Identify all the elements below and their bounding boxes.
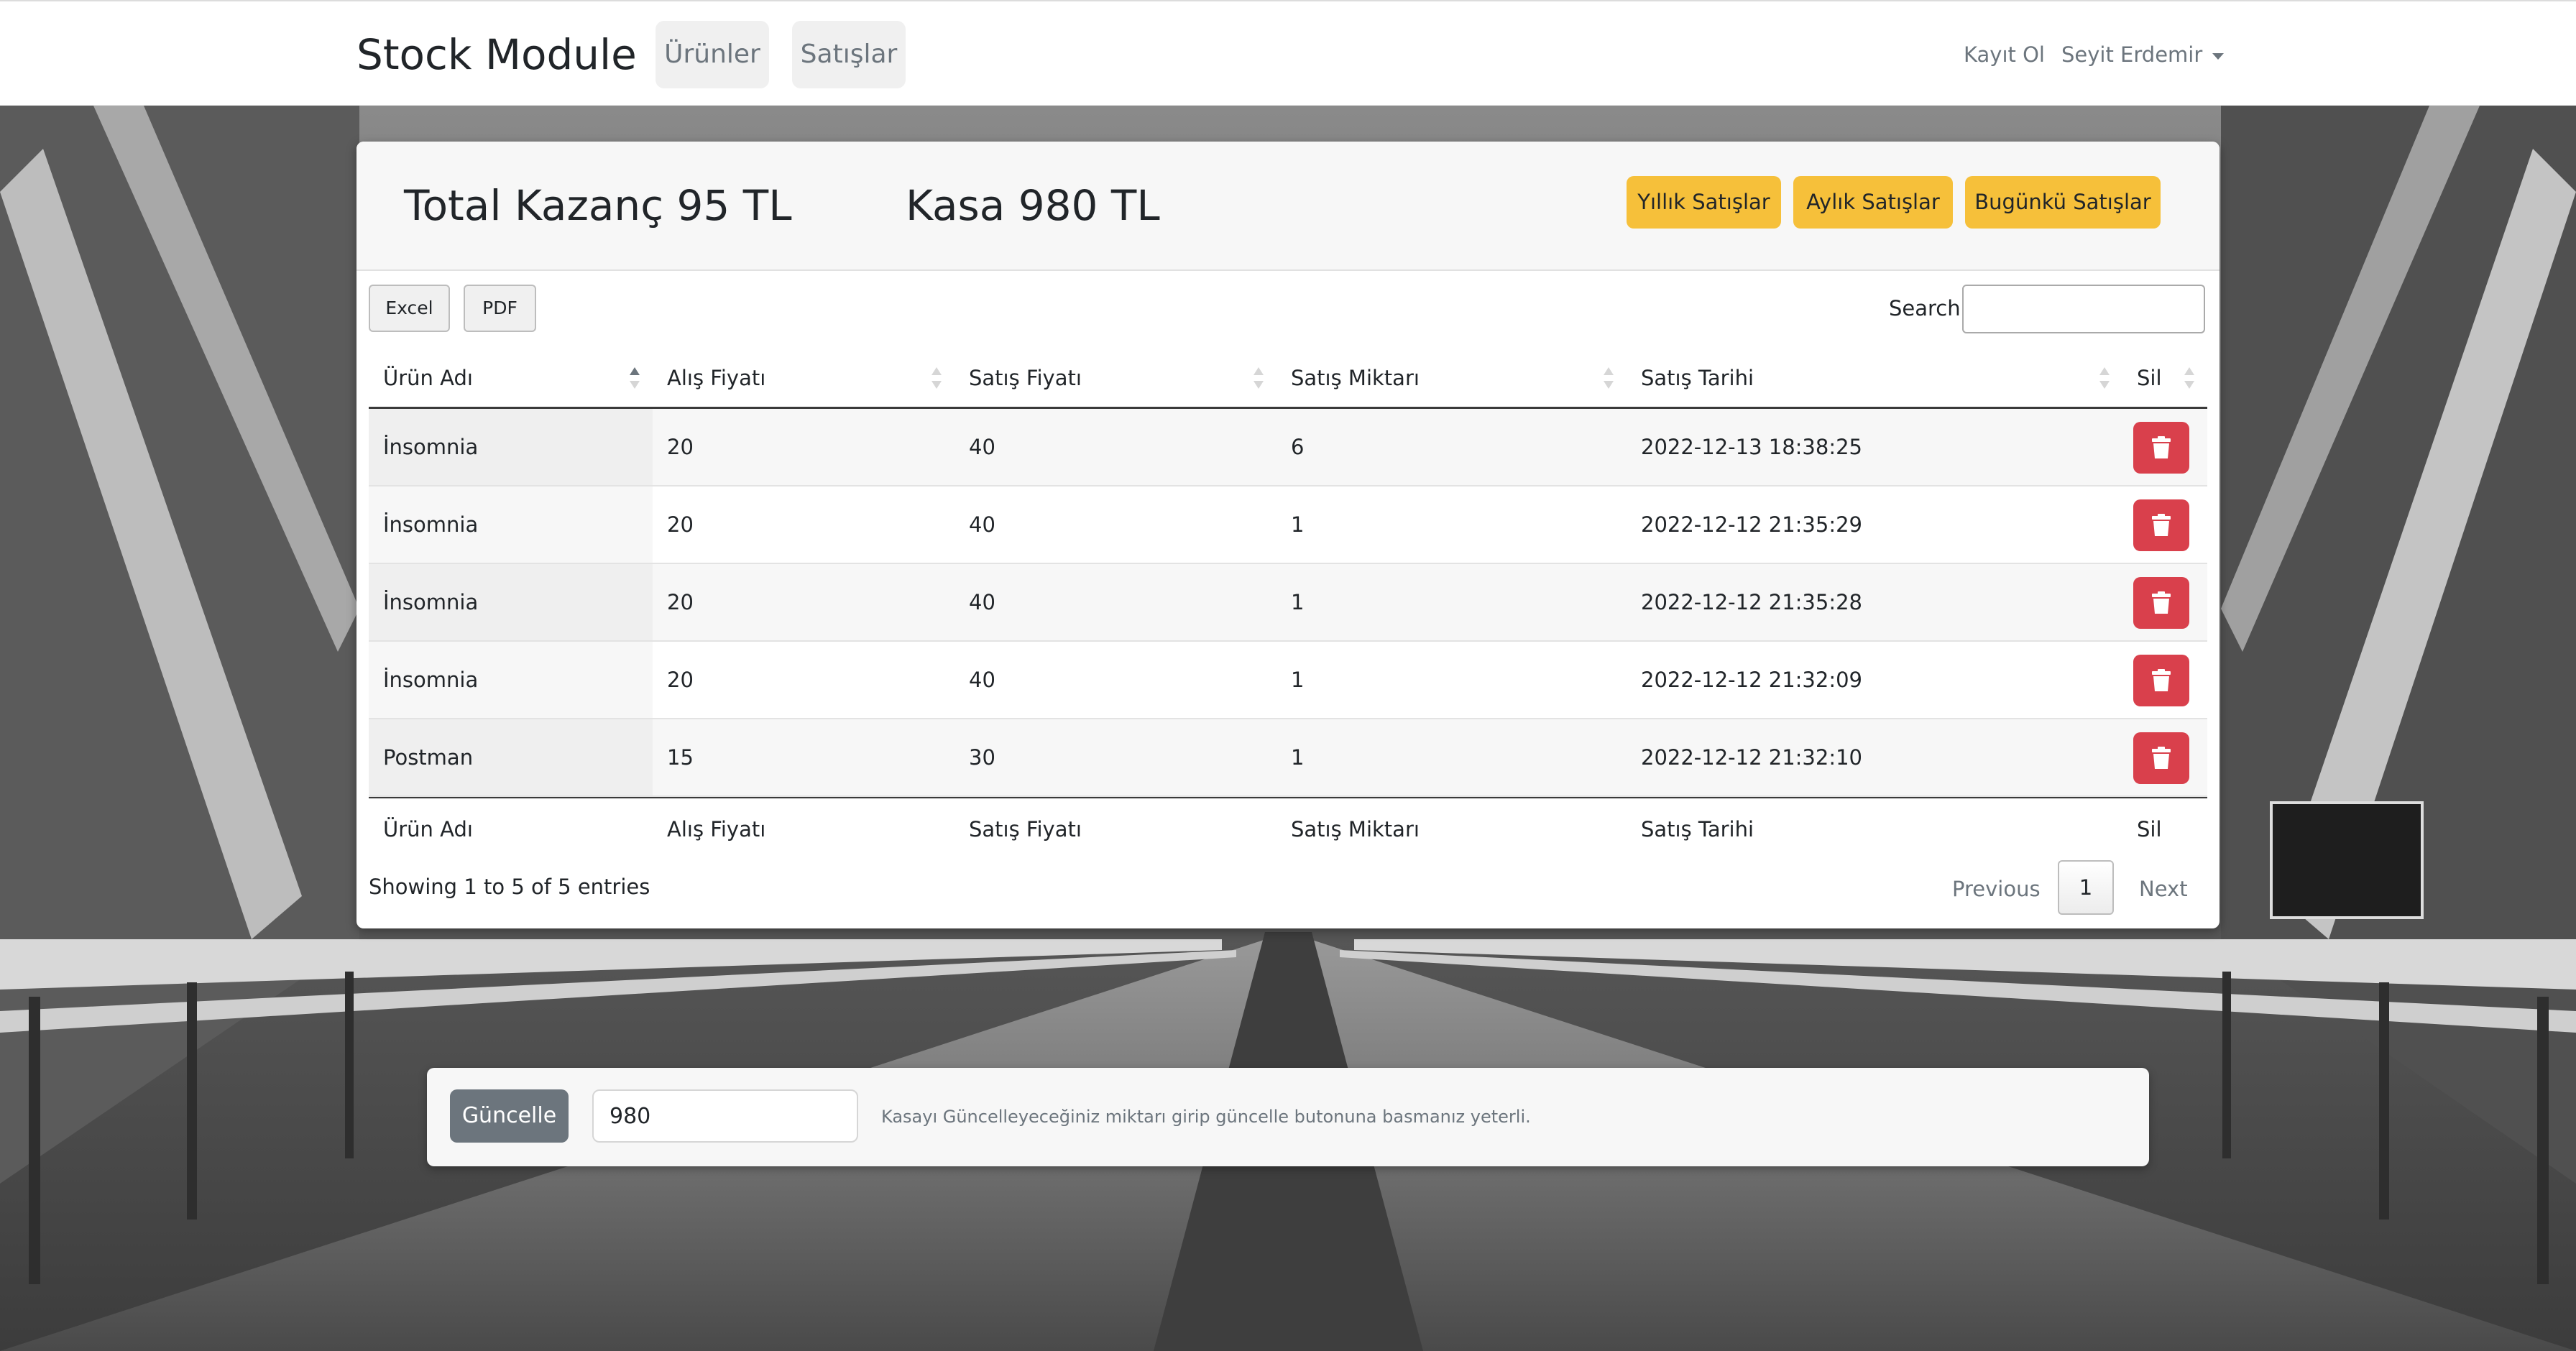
cell-purchase-price: 15: [667, 745, 694, 770]
column-label: Satış Miktarı: [1291, 365, 1420, 390]
cell-date: 2022-12-12 21:32:10: [1641, 745, 1862, 770]
cell-quantity: 1: [1291, 745, 1305, 770]
cell-date: 2022-12-13 18:38:25: [1641, 435, 1862, 459]
column-header-delete[interactable]: Sil: [2122, 349, 2207, 407]
cash-amount-input[interactable]: [592, 1089, 858, 1143]
column-label: Alış Fiyatı: [667, 365, 766, 390]
sort-icon: [1254, 366, 1264, 389]
sort-icon: [1604, 366, 1614, 389]
table-row: İnsomnia 20 40 1 2022-12-12 21:35:28: [369, 564, 2207, 642]
help-text: Kasayı Güncelleyeceğiniz miktarı girip g…: [881, 1107, 1531, 1127]
table-header-row: Ürün Adı Alış Fiyatı Satış Fiyatı Satış …: [369, 349, 2207, 409]
table-row: İnsomnia 20 40 1 2022-12-12 21:35:29: [369, 487, 2207, 564]
cell-product: İnsomnia: [369, 409, 653, 485]
caret-down-icon: [2212, 52, 2225, 60]
pagination-next[interactable]: Next: [2139, 873, 2188, 905]
delete-button[interactable]: [2133, 577, 2189, 629]
delete-button[interactable]: [2133, 655, 2189, 706]
search-input[interactable]: [1962, 285, 2205, 333]
search-label: Search:: [1889, 296, 1968, 321]
cell-purchase-price: 20: [667, 590, 694, 614]
update-button[interactable]: Güncelle: [450, 1089, 569, 1143]
cell-quantity: 6: [1291, 435, 1305, 459]
cell-quantity: 1: [1291, 590, 1305, 614]
card-header: Total Kazanç 95 TL Kasa 980 TL Yıllık Sa…: [356, 142, 2220, 271]
column-label: Sil: [2137, 365, 2162, 390]
register-link[interactable]: Kayıt Ol: [1964, 39, 2045, 70]
sort-icon: [2184, 366, 2194, 389]
sales-card: Total Kazanç 95 TL Kasa 980 TL Yıllık Sa…: [356, 142, 2220, 928]
trash-icon: [2152, 747, 2171, 769]
footer-label: Satış Tarihi: [1641, 817, 1754, 842]
table-row: Postman 15 30 1 2022-12-12 21:32:10: [369, 719, 2207, 797]
table-info: Showing 1 to 5 of 5 entries: [369, 875, 650, 899]
navbar: Stock Module Ürünler Satışlar Kayıt Ol S…: [0, 0, 2576, 106]
delete-button[interactable]: [2133, 732, 2189, 784]
cell-sale-price: 30: [969, 745, 995, 770]
trash-icon: [2152, 591, 2171, 614]
cell-product: İnsomnia: [369, 642, 653, 718]
sort-icon: [932, 366, 942, 389]
cell-date: 2022-12-12 21:35:28: [1641, 590, 1862, 614]
footer-label: Ürün Adı: [383, 817, 473, 842]
column-header-date[interactable]: Satış Tarihi: [1627, 349, 2122, 407]
table-footer-row: Ürün Adı Alış Fiyatı Satış Fiyatı Satış …: [369, 797, 2207, 860]
cell-sale-price: 40: [969, 435, 995, 459]
cell-product: Postman: [369, 719, 653, 796]
yearly-sales-button[interactable]: Yıllık Satışlar: [1627, 176, 1781, 229]
column-header-quantity[interactable]: Satış Miktarı: [1276, 349, 1627, 407]
cash-update-bar: Güncelle Kasayı Güncelleyeceğiniz miktar…: [427, 1068, 2149, 1166]
pdf-export-button[interactable]: PDF: [464, 285, 536, 332]
table-row: İnsomnia 20 40 1 2022-12-12 21:32:09: [369, 642, 2207, 719]
cell-purchase-price: 20: [667, 435, 694, 459]
delete-button[interactable]: [2133, 499, 2189, 551]
column-header-product[interactable]: Ürün Adı: [369, 349, 653, 407]
excel-export-button[interactable]: Excel: [369, 285, 450, 332]
brand-title[interactable]: Stock Module: [356, 26, 637, 83]
footer-label: Satış Miktarı: [1291, 817, 1420, 842]
column-header-sale-price[interactable]: Satış Fiyatı: [954, 349, 1276, 407]
cell-sale-price: 40: [969, 512, 995, 537]
trash-icon: [2152, 669, 2171, 691]
pagination-page-1[interactable]: 1: [2058, 860, 2114, 915]
footer-label: Satış Fiyatı: [969, 817, 1082, 842]
nav-link-sales[interactable]: Satışlar: [792, 21, 906, 88]
monthly-sales-button[interactable]: Aylık Satışlar: [1793, 176, 1953, 229]
table-row: İnsomnia 20 40 6 2022-12-13 18:38:25: [369, 409, 2207, 487]
column-label: Ürün Adı: [383, 365, 473, 390]
cell-quantity: 1: [1291, 512, 1305, 537]
cell-date: 2022-12-12 21:35:29: [1641, 512, 1862, 537]
cell-product: İnsomnia: [369, 564, 653, 640]
user-name: Seyit Erdemir: [2061, 42, 2203, 67]
sort-icon: [2099, 366, 2110, 389]
today-sales-button[interactable]: Bugünkü Satışlar: [1965, 176, 2161, 229]
pagination-previous[interactable]: Previous: [1952, 873, 2041, 905]
footer-label: Sil: [2137, 817, 2162, 842]
cell-purchase-price: 20: [667, 512, 694, 537]
column-label: Satış Fiyatı: [969, 365, 1082, 390]
cell-purchase-price: 20: [667, 668, 694, 692]
cell-sale-price: 40: [969, 668, 995, 692]
sales-table: Ürün Adı Alış Fiyatı Satış Fiyatı Satış …: [369, 349, 2207, 860]
cell-sale-price: 40: [969, 590, 995, 614]
trash-icon: [2152, 514, 2171, 536]
total-profit: Total Kazanç 95 TL: [404, 181, 792, 230]
sort-asc-icon: [630, 366, 640, 389]
delete-button[interactable]: [2133, 422, 2189, 474]
cell-product: İnsomnia: [369, 487, 653, 563]
column-label: Satış Tarihi: [1641, 365, 1754, 390]
footer-label: Alış Fiyatı: [667, 817, 766, 842]
user-dropdown[interactable]: Seyit Erdemir: [2061, 39, 2225, 70]
trash-icon: [2152, 436, 2171, 458]
nav-link-products[interactable]: Ürünler: [656, 21, 769, 88]
cell-quantity: 1: [1291, 668, 1305, 692]
cash-total: Kasa 980 TL: [906, 181, 1160, 230]
column-header-purchase-price[interactable]: Alış Fiyatı: [653, 349, 954, 407]
cell-date: 2022-12-12 21:32:09: [1641, 668, 1862, 692]
